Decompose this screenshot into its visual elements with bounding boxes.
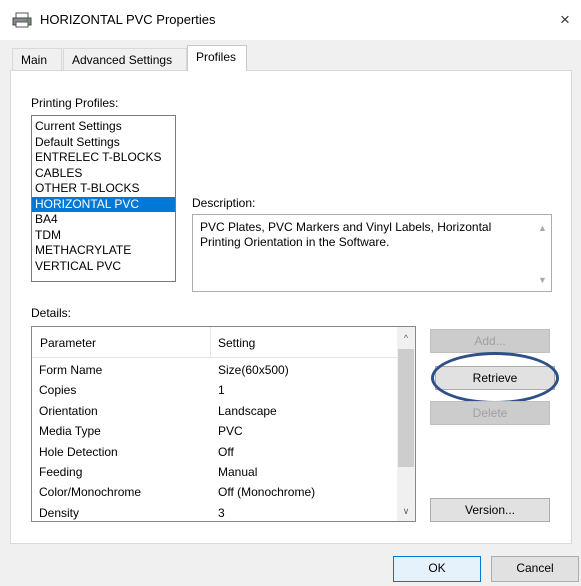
profiles-list[interactable]: Current Settings Default Settings ENTREL… xyxy=(31,115,176,282)
param-cell: Orientation xyxy=(39,403,98,418)
ok-button[interactable]: OK xyxy=(393,556,481,582)
table-row[interactable]: Feeding Manual xyxy=(32,462,397,482)
description-box[interactable]: PVC Plates, PVC Markers and Vinyl Labels… xyxy=(192,214,552,292)
description-scrollbar[interactable]: ▲ ▼ xyxy=(534,215,551,291)
version-button[interactable]: Version... xyxy=(430,498,550,522)
add-button[interactable]: Add... xyxy=(430,329,550,353)
column-divider[interactable] xyxy=(210,327,211,357)
setting-cell: Landscape xyxy=(218,403,277,418)
list-item[interactable]: BA4 xyxy=(32,212,175,228)
list-item[interactable]: METHACRYLATE xyxy=(32,243,175,259)
close-button[interactable]: × xyxy=(553,9,577,31)
param-cell: Media Type xyxy=(39,424,101,439)
tab-profiles[interactable]: Profiles xyxy=(187,45,247,71)
details-scrollbar[interactable]: ^ ∨ xyxy=(397,327,415,521)
tab-advanced-settings[interactable]: Advanced Settings xyxy=(63,48,187,70)
table-row[interactable]: Density 3 xyxy=(32,503,397,521)
param-cell: Feeding xyxy=(39,465,83,479)
column-header-parameter[interactable]: Parameter xyxy=(40,336,96,350)
list-item-selected[interactable]: HORIZONTAL PVC xyxy=(32,196,175,212)
table-row[interactable]: Orientation Landscape xyxy=(32,401,397,421)
table-row[interactable]: Copies 1 xyxy=(32,380,397,400)
tab-main[interactable]: Main xyxy=(12,48,62,70)
description-text: PVC Plates, PVC Markers and Vinyl Labels… xyxy=(200,220,492,249)
table-row[interactable]: Form Name Size(60x500) xyxy=(32,360,397,380)
list-item[interactable]: TDM xyxy=(32,228,175,244)
scroll-up-icon[interactable]: ▲ xyxy=(534,223,551,233)
description-label: Description: xyxy=(192,196,256,210)
tab-main-label: Main xyxy=(21,53,48,67)
details-label: Details: xyxy=(31,306,72,320)
printing-profiles-label: Printing Profiles: xyxy=(31,96,119,110)
param-cell: Hole Detection xyxy=(39,444,118,459)
title-bar: HORIZONTAL PVC Properties × xyxy=(0,0,581,40)
cancel-button[interactable]: Cancel xyxy=(491,556,579,582)
setting-cell: Size(60x500) xyxy=(218,363,289,377)
setting-cell: 1 xyxy=(218,383,225,398)
param-cell: Copies xyxy=(39,383,77,398)
list-item[interactable]: Current Settings xyxy=(32,119,175,135)
setting-cell: PVC xyxy=(218,424,243,439)
printer-icon xyxy=(12,12,32,28)
setting-cell: 3 xyxy=(218,505,225,520)
details-table[interactable]: Parameter Setting Form Name Size(60x500)… xyxy=(31,326,416,522)
setting-cell: Off xyxy=(218,444,234,459)
scroll-up-icon[interactable]: ^ xyxy=(397,333,415,343)
setting-cell: Off (Monochrome) xyxy=(218,485,316,500)
table-row[interactable]: Media Type PVC xyxy=(32,421,397,441)
scrollbar-thumb[interactable] xyxy=(398,349,414,467)
list-item[interactable]: ENTRELEC T-BLOCKS xyxy=(32,150,175,166)
list-item[interactable]: OTHER T-BLOCKS xyxy=(32,181,175,197)
table-row[interactable]: Color/Monochrome Off (Monochrome) xyxy=(32,482,397,502)
setting-cell: Manual xyxy=(218,465,258,479)
param-cell: Color/Monochrome xyxy=(39,485,142,500)
window-title: HORIZONTAL PVC Properties xyxy=(40,12,216,27)
param-cell: Density xyxy=(39,505,80,520)
list-item[interactable]: Default Settings xyxy=(32,135,175,151)
retrieve-button[interactable]: Retrieve xyxy=(435,366,555,390)
details-header: Parameter Setting xyxy=(32,327,397,358)
delete-button[interactable]: Delete xyxy=(430,401,550,425)
scroll-down-icon[interactable]: ∨ xyxy=(397,506,415,517)
list-item[interactable]: VERTICAL PVC xyxy=(32,259,175,275)
list-item[interactable]: CABLES xyxy=(32,166,175,182)
tab-profiles-label: Profiles xyxy=(196,50,237,64)
table-row[interactable]: Hole Detection Off xyxy=(32,442,397,462)
tab-advanced-settings-label: Advanced Settings xyxy=(72,53,173,67)
param-cell: Form Name xyxy=(39,363,103,377)
scroll-down-icon[interactable]: ▼ xyxy=(534,275,551,285)
column-header-setting[interactable]: Setting xyxy=(218,336,255,350)
